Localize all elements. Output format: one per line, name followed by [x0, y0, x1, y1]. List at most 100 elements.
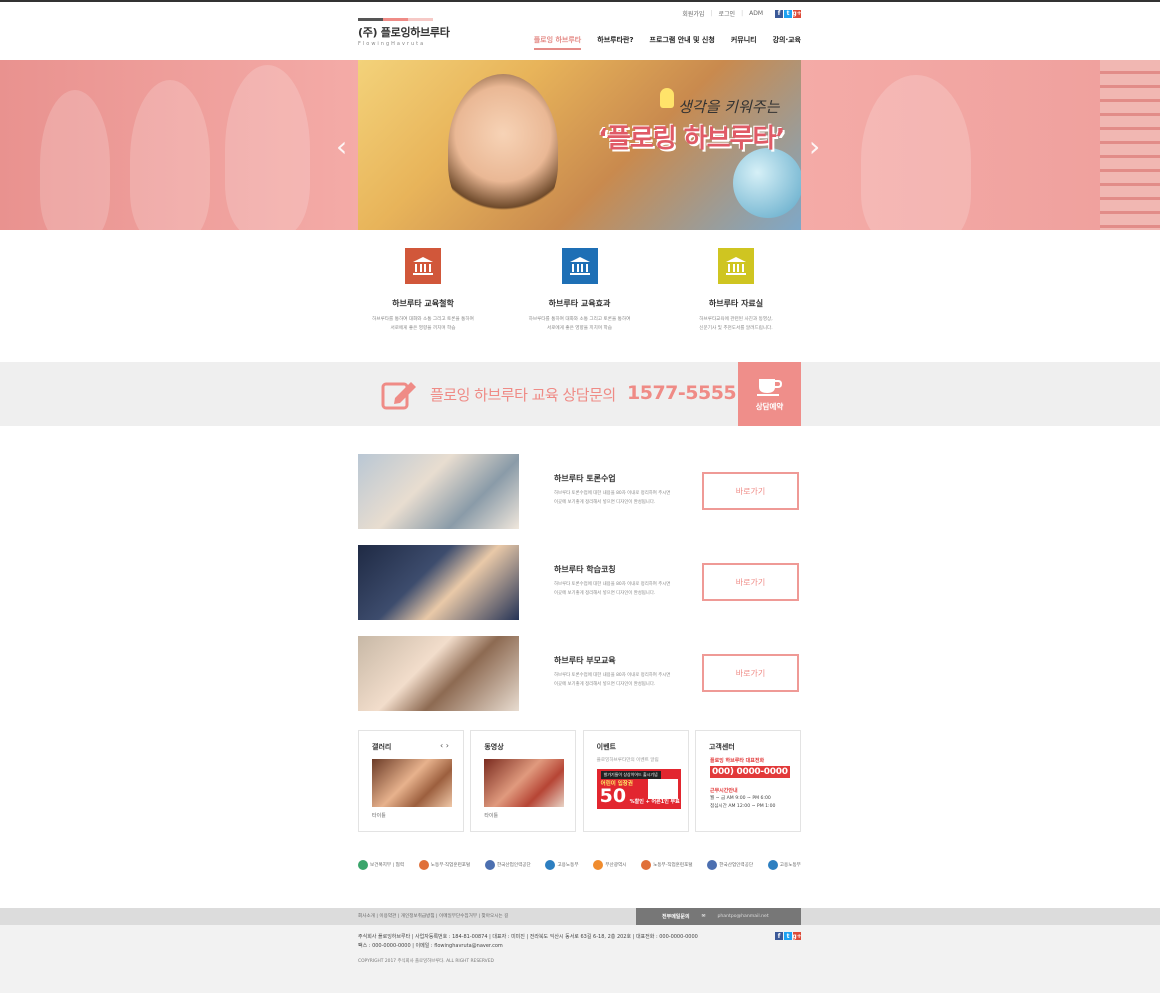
google-plus-icon[interactable]: g+ — [792, 9, 802, 18]
customer-center-box: 고객센터 플로잉 하브루타 대표전화 000) 0000-0000 근무시간안내… — [694, 730, 801, 832]
box-caption[interactable]: 타이틀 — [372, 812, 386, 819]
box-title: 고객센터 — [708, 743, 735, 751]
logo[interactable]: (주) 플로잉하브루타 FlowingHavruta — [358, 18, 450, 47]
program-desc: 하브루타 토론수업에 대한 내용을 80자 이내로 정리하여 주시면 — [554, 673, 671, 678]
video-thumbnail[interactable] — [484, 759, 565, 807]
cs-phone: 000) 0000-0000 — [709, 766, 790, 778]
partner-logo[interactable]: 한국산업인력공단 — [484, 856, 531, 874]
footer-info: 주식회사 플로잉하브루타 | 사업자등록번호 : 184-81-00874 | … — [0, 925, 1160, 993]
program-item: 하브루타 학습코칭 하브루타 토론수업에 대한 내용을 80자 이내로 정리하여… — [358, 545, 801, 620]
cs-hours-title: 근무시간안내 — [709, 788, 738, 794]
program-desc: 이곳에 보기좋게 정리해서 넣으면 디자인이 완성됩니다. — [554, 682, 656, 687]
program-title: 하브루타 학습코칭 — [554, 565, 616, 574]
mail-label: 전부메일문의 — [662, 914, 690, 920]
gallery-thumbnail[interactable] — [372, 759, 452, 807]
partner-logo[interactable]: 부산광역시 — [593, 856, 626, 874]
mail-address: phantpo@hanmail.net — [717, 914, 769, 919]
partner-logo[interactable]: 노동부·직업훈련포털 — [641, 856, 693, 874]
feature-desc: 하브루타를 통하여 대화와 소통 그리고 토론을 통하여 — [528, 317, 631, 322]
books-image — [1100, 60, 1160, 230]
reserve-button[interactable]: 상담예약 — [738, 362, 801, 426]
signup-link[interactable]: 회원가입 — [682, 9, 704, 18]
hero-main-image: 생각을 키워주는 ‘플로링 하브루타’ — [358, 60, 801, 230]
mail-icon: ✉ — [701, 914, 706, 919]
page: (주) 플로잉하브루타 FlowingHavruta 회원가입 | 로그인 | … — [0, 0, 1160, 993]
globe-image — [733, 148, 801, 218]
feature-desc: 하브루타교육에 관련된 사진과 동영상, — [699, 317, 773, 322]
hero-side-left: ‹ — [0, 60, 358, 230]
mail-inquiry[interactable]: 전부메일문의 ✉ phantpo@hanmail.net — [636, 908, 801, 925]
consult-band: 플로잉 하브루타 교육 상담문의 1577-5555 상담예약 — [0, 362, 1160, 426]
edit-icon — [381, 378, 419, 414]
partner-logo[interactable]: 고용노동부 — [545, 856, 579, 874]
partner-logo[interactable]: 고용노동부 — [767, 856, 801, 874]
facebook-icon[interactable]: f — [775, 9, 783, 18]
go-button[interactable]: 바로가기 — [702, 654, 799, 692]
institution-icon — [718, 248, 754, 284]
consult-phone: 1577-5555 — [627, 382, 737, 404]
institution-icon — [561, 248, 598, 284]
partner-logo[interactable]: 노동부·직업훈련포털 — [418, 856, 470, 874]
twitter-icon[interactable]: t — [784, 9, 792, 18]
lightbulb-icon — [660, 88, 674, 108]
event-banner[interactable]: 발가기들이 상상이어드 출시기념 어린이 입장권 50 %할인 + 어른1인 무… — [596, 769, 681, 809]
header: (주) 플로잉하브루타 FlowingHavruta 회원가입 | 로그인 | … — [0, 2, 1160, 60]
feature-desc: 서로에게 좋은 영향을 끼치며 학습 — [390, 326, 456, 331]
nav-lectures[interactable]: 강의·교육 — [773, 35, 801, 50]
feature-effect[interactable]: 하브루타 교육효과 하브루타를 통하여 대화와 소통 그리고 토론을 통하여 서로… — [515, 248, 645, 333]
nav-flowing-havruta[interactable]: 플로잉 하브루타 — [533, 35, 582, 50]
gallery-prev-next-icon[interactable]: ‹ › — [440, 741, 449, 750]
feature-title: 하브루타 자료실 — [708, 299, 764, 308]
partner-logo[interactable]: 보건복지부 | 협력 — [358, 856, 404, 874]
video-box: 동영상 타이틀 — [470, 730, 577, 832]
logo-name: (주) 플로잉하브루타 — [358, 26, 450, 39]
twitter-icon[interactable]: t — [784, 932, 792, 940]
info-boxes: 갤러리 ‹ › 타이틀 동영상 타이틀 이벤트 플로잉하브루타만의 이벤트 알림… — [358, 730, 801, 832]
feature-resources[interactable]: 하브루타 자료실 하브루타교육에 관련된 사진과 동영상, 신문기사 및 추천도서… — [671, 248, 801, 333]
feature-desc: 하브루타를 통하여 대화와 소통 그리고 토론을 통하여 — [372, 317, 474, 322]
hero-title: ‘플로링 하브루타’ — [598, 124, 785, 154]
institution-icon — [405, 248, 441, 284]
reserve-label: 상담예약 — [755, 401, 784, 411]
partner-logos: 보건복지부 | 협력 노동부·직업훈련포털 한국산업인력공단 고용노동부 부산광… — [358, 856, 801, 874]
partner-logo[interactable]: 한국산업인력공단 — [707, 856, 753, 874]
feature-list: 하브루타 교육철학 하브루타를 통하여 대화와 소통 그리고 토론을 통하여 서로… — [358, 248, 801, 333]
program-title: 하브루타 토론수업 — [554, 474, 616, 483]
google-plus-icon[interactable]: g+ — [792, 932, 802, 940]
box-caption[interactable]: 타이틀 — [484, 812, 498, 819]
feature-philosophy[interactable]: 하브루타 교육철학 하브루타를 통하여 대화와 소통 그리고 토론을 통하여 서로… — [358, 248, 488, 333]
facebook-icon[interactable]: f — [775, 932, 783, 940]
admin-link[interactable]: ADM — [749, 10, 763, 17]
box-title: 동영상 — [484, 743, 504, 751]
feature-desc: 신문기사 및 추천도서를 알려드립니다. — [699, 326, 773, 331]
chevron-left-icon[interactable]: ‹ — [336, 130, 347, 163]
gallery-box: 갤러리 ‹ › 타이틀 — [358, 730, 464, 832]
login-link[interactable]: 로그인 — [719, 9, 736, 18]
cs-hours: 월 ~ 금 AM 9:00 ~ PM 6:00 — [709, 796, 771, 801]
go-button[interactable]: 바로가기 — [702, 472, 799, 510]
chevron-right-icon[interactable]: › — [809, 130, 820, 163]
nav-what-is-havruta[interactable]: 하브루타란? — [597, 35, 633, 50]
sns-links: f t g+ — [775, 9, 802, 18]
go-button[interactable]: 바로가기 — [702, 563, 799, 601]
box-title: 이벤트 — [596, 743, 616, 751]
logo-bars — [358, 18, 433, 21]
util-menu: 회원가입 | 로그인 | ADM f t g+ — [682, 9, 802, 18]
cs-lunch: 점심시간 AM 12:00 ~ PM 1:00 — [709, 804, 776, 809]
hero-girl-image — [448, 74, 558, 224]
hero-side-right: › — [801, 60, 1160, 230]
consult-text: 플로잉 하브루타 교육 상담문의 — [430, 386, 616, 404]
footer-links[interactable]: 회사소개 | 이용약관 | 개인정보취급방침 | 이메일무단수집거부 | 찾아오… — [358, 913, 508, 919]
footer-bar: 회사소개 | 이용약관 | 개인정보취급방침 | 이메일무단수집거부 | 찾아오… — [0, 908, 1160, 925]
main-nav: 플로잉 하브루타 하브루타란? 프로그램 안내 및 신청 커뮤니티 강의·교육 — [533, 35, 801, 50]
nav-programs[interactable]: 프로그램 안내 및 신청 — [650, 35, 715, 50]
contact-info: 팩스 : 000-0000-0000 | 이메일 : flowinghavrut… — [358, 943, 503, 949]
program-desc: 하브루타 토론수업에 대한 내용을 80자 이내로 정리하여 주시면 — [554, 582, 671, 587]
feature-desc: 서로에게 좋은 영향을 끼치며 학습 — [546, 326, 612, 331]
cs-label: 플로잉 하브루타 대표전화 — [709, 758, 765, 764]
program-item: 하브루타 토론수업 하브루타 토론수업에 대한 내용을 80자 이내로 정리하여… — [358, 454, 801, 529]
nav-community[interactable]: 커뮤니티 — [731, 35, 757, 50]
hero-slider: ‹ 생각을 키워주는 ‘플로링 하브루타’ › — [0, 60, 1160, 230]
event-box: 이벤트 플로잉하브루타만의 이벤트 알림 발가기들이 상상이어드 출시기념 어린… — [582, 730, 689, 832]
program-photo — [358, 454, 519, 529]
